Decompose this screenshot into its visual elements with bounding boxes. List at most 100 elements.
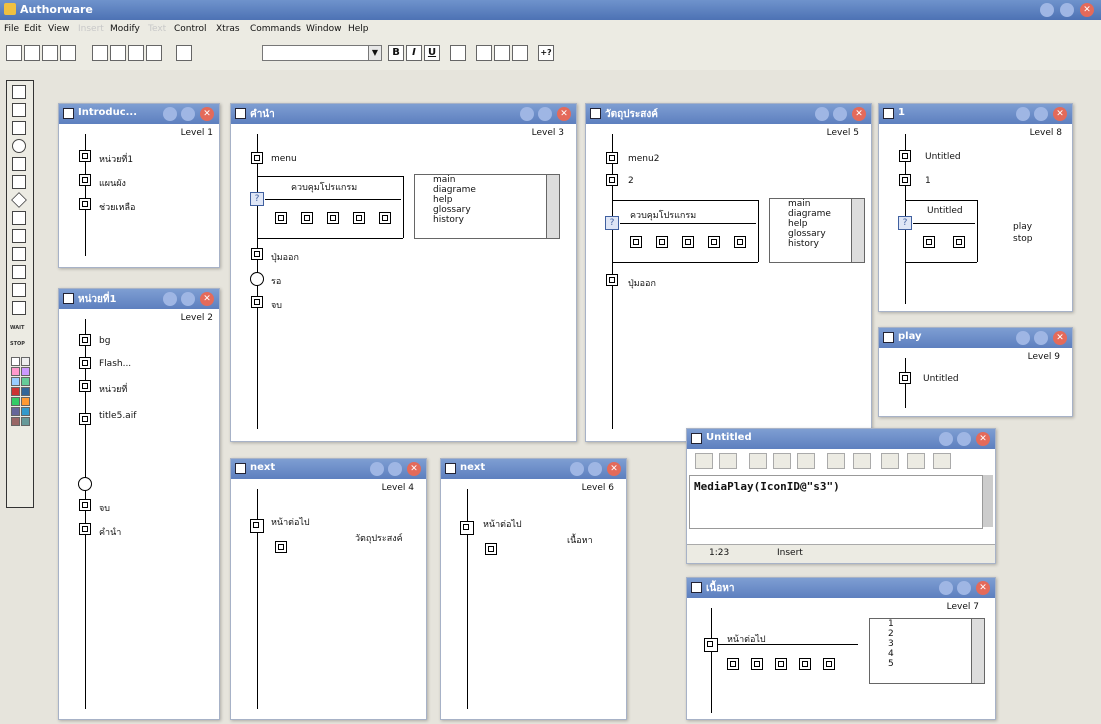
list-item[interactable]: 1 [870, 619, 984, 629]
map-icon[interactable] [923, 236, 935, 248]
run-icon[interactable] [450, 45, 466, 61]
interaction-icon[interactable] [12, 211, 26, 225]
close-icon[interactable]: ✕ [557, 107, 571, 121]
map-icon[interactable] [606, 274, 618, 286]
open-icon[interactable] [24, 45, 40, 61]
menu-modify[interactable]: Modify [110, 24, 140, 34]
map-icon[interactable] [79, 174, 91, 186]
menu-xtras[interactable]: Xtras [216, 24, 240, 34]
close-icon[interactable]: ✕ [200, 107, 214, 121]
display-icon[interactable] [899, 174, 911, 186]
map-icon[interactable] [708, 236, 720, 248]
response-list[interactable]: main diagrame help glossary history [414, 174, 560, 239]
maximize-icon[interactable] [833, 107, 847, 121]
maximize-icon[interactable] [1060, 3, 1074, 17]
list-item[interactable]: history [770, 239, 864, 249]
maximize-icon[interactable] [1034, 107, 1048, 121]
color-swatch[interactable] [11, 367, 20, 376]
wait-icon[interactable] [250, 272, 264, 286]
map-icon[interactable] [275, 212, 287, 224]
list-item[interactable]: main [770, 199, 864, 209]
video-icon[interactable] [12, 301, 26, 315]
menu-window[interactable]: Window [306, 24, 342, 34]
color-swatch[interactable] [21, 357, 30, 366]
close-icon[interactable]: ✕ [1053, 107, 1067, 121]
wait-icon[interactable] [78, 477, 92, 491]
map-icon[interactable] [79, 198, 91, 210]
minimize-icon[interactable] [939, 581, 953, 595]
calculation-icon[interactable] [12, 229, 26, 243]
paste-icon[interactable] [146, 45, 162, 61]
map-icon[interactable] [751, 658, 763, 670]
replace-icon[interactable] [881, 453, 899, 469]
maximize-icon[interactable] [957, 432, 971, 446]
display-icon[interactable] [606, 174, 618, 186]
minimize-icon[interactable] [570, 462, 584, 476]
map-icon[interactable] [775, 658, 787, 670]
display-icon[interactable] [79, 380, 91, 392]
decision-icon[interactable] [11, 192, 27, 208]
scrollbar[interactable] [546, 175, 559, 238]
minimize-icon[interactable] [163, 292, 177, 306]
copy-icon[interactable] [773, 453, 791, 469]
menu-file[interactable]: File [4, 24, 19, 34]
maximize-icon[interactable] [957, 581, 971, 595]
scrollbar[interactable] [983, 475, 993, 527]
list-item[interactable]: main [415, 175, 559, 185]
color-swatch[interactable] [21, 417, 30, 426]
window-titlebar[interactable]: next ✕ [441, 459, 626, 479]
map-icon[interactable] [12, 247, 26, 261]
display-icon[interactable] [79, 357, 91, 369]
color-swatch[interactable] [21, 367, 30, 376]
list-item[interactable]: 4 [870, 649, 984, 659]
map-icon[interactable] [327, 212, 339, 224]
maximize-icon[interactable] [1034, 331, 1048, 345]
list-item[interactable]: history [415, 215, 559, 225]
italic-button[interactable]: I [406, 45, 422, 61]
calculation-icon[interactable] [899, 150, 911, 162]
color-swatch[interactable] [11, 417, 20, 426]
minimize-icon[interactable] [1040, 3, 1054, 17]
scrollbar[interactable] [851, 199, 864, 262]
map-icon[interactable] [379, 212, 391, 224]
list-item[interactable]: glossary [415, 205, 559, 215]
window-titlebar[interactable]: next ✕ [231, 459, 426, 479]
window-titlebar[interactable]: หน่วยที่1 ✕ [59, 289, 219, 309]
window-titlebar[interactable]: เนื้อหา ✕ [687, 578, 995, 598]
style-select[interactable]: ▼ [262, 45, 382, 61]
close-icon[interactable]: ✕ [607, 462, 621, 476]
map-icon[interactable] [301, 212, 313, 224]
bold-button[interactable]: B [388, 45, 404, 61]
color-swatch[interactable] [11, 407, 20, 416]
map-icon[interactable] [799, 658, 811, 670]
undo-icon[interactable] [92, 45, 108, 61]
color-swatch[interactable] [11, 397, 20, 406]
minimize-icon[interactable] [520, 107, 534, 121]
display-icon[interactable] [606, 152, 618, 164]
start-flag-icon[interactable]: WAIT [10, 325, 24, 331]
maximize-icon[interactable] [388, 462, 402, 476]
find-icon[interactable] [176, 45, 192, 61]
minimize-icon[interactable] [163, 107, 177, 121]
sound-icon[interactable] [12, 283, 26, 297]
new-icon[interactable] [6, 45, 22, 61]
window-titlebar[interactable]: วัตถุประสงค์ ✕ [586, 104, 871, 124]
menu-commands[interactable]: Commands [250, 24, 301, 34]
underline-button[interactable]: U [424, 45, 440, 61]
color-swatch[interactable] [11, 387, 20, 396]
navigate-icon[interactable] [485, 543, 497, 555]
display-icon[interactable] [251, 152, 263, 164]
map-icon[interactable] [79, 150, 91, 162]
minimize-icon[interactable] [1016, 107, 1030, 121]
control-panel-icon[interactable] [476, 45, 492, 61]
window-titlebar[interactable]: Untitled ✕ [687, 429, 995, 449]
delete-icon[interactable] [827, 453, 845, 469]
list-item[interactable]: 5 [870, 659, 984, 669]
functions-icon[interactable] [494, 45, 510, 61]
list-item[interactable]: 2 [870, 629, 984, 639]
menu-edit[interactable]: Edit [24, 24, 41, 34]
response-list[interactable]: main diagrame help glossary history [769, 198, 865, 263]
display-icon[interactable] [12, 85, 26, 99]
maximize-icon[interactable] [588, 462, 602, 476]
display-icon[interactable] [79, 334, 91, 346]
